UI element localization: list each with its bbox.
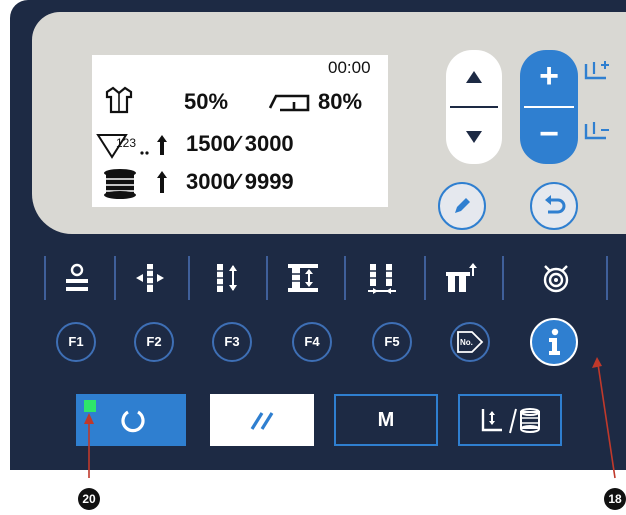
callout-right: 18 (604, 488, 626, 510)
callout-left: 20 (78, 488, 100, 510)
callout-leaders (84, 357, 616, 479)
